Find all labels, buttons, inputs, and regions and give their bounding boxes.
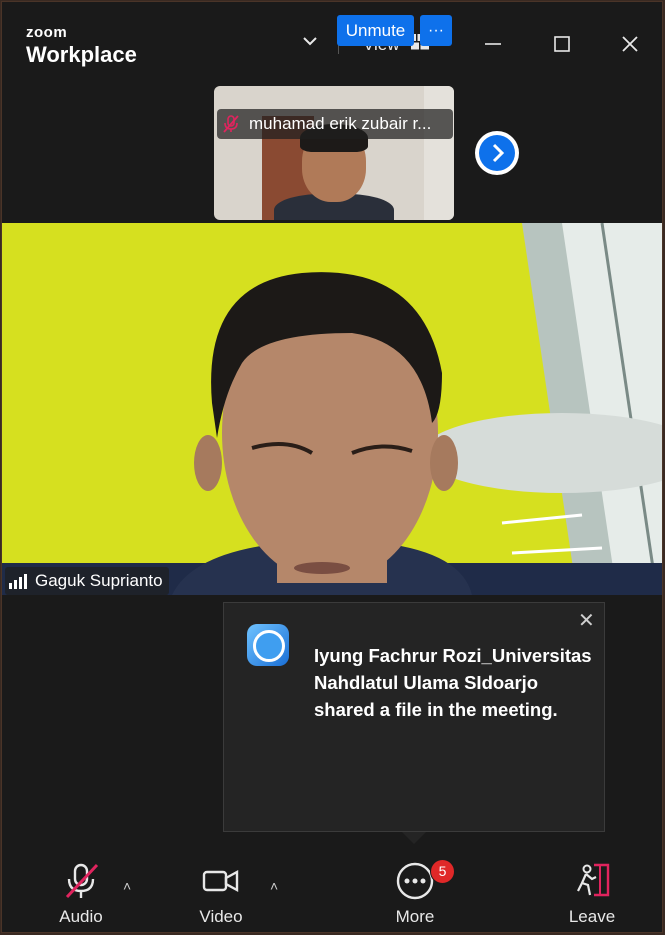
thumbnail-participant-name: muhamad erik zubair r... <box>249 114 432 133</box>
zoom-app-icon <box>247 624 289 666</box>
main-video-frame <box>2 223 662 595</box>
participant-thumbnail[interactable] <box>214 86 454 220</box>
video-options-caret-icon[interactable]: ˄ <box>270 878 278 894</box>
close-icon[interactable] <box>620 34 640 59</box>
thumbnail-background-wall <box>424 86 454 220</box>
audio-button[interactable]: Audio <box>36 847 126 932</box>
minimize-icon[interactable] <box>484 35 502 58</box>
video-button[interactable]: Video <box>176 847 266 932</box>
chevron-down-icon[interactable] <box>301 32 319 55</box>
video-label: Video <box>199 907 243 926</box>
speaker-name-tag: Gaguk Suprianto <box>5 567 169 595</box>
participant-strip <box>2 80 662 222</box>
mic-muted-icon <box>217 115 245 133</box>
chevron-right-icon <box>479 135 515 171</box>
brand-logo-zoom: zoom <box>26 24 68 41</box>
audio-options-caret-icon[interactable]: ˄ <box>123 878 131 894</box>
camera-icon <box>202 869 239 893</box>
next-page-button[interactable] <box>475 131 519 175</box>
notification-close-icon[interactable]: ✕ <box>578 608 595 633</box>
audio-label: Audio <box>59 907 103 926</box>
leave-icon <box>577 863 610 897</box>
maximize-icon[interactable] <box>553 35 571 58</box>
brand-logo-workplace: Workplace <box>26 42 137 67</box>
leave-button[interactable]: Leave <box>547 847 637 932</box>
leave-label: Leave <box>568 907 616 926</box>
mic-muted-icon <box>65 863 99 899</box>
signal-strength-icon <box>9 573 27 589</box>
thumbnail-more-button[interactable]: ··· <box>420 15 452 46</box>
more-label: More <box>395 907 435 926</box>
main-video <box>2 223 662 595</box>
notification-message: Iyung Fachrur Rozi_Universitas Nahdlatul… <box>314 645 592 720</box>
more-notification-badge: 5 <box>430 859 455 884</box>
title-bar: zoom Workplace View <box>2 2 662 80</box>
unmute-button[interactable]: Unmute <box>337 15 414 46</box>
thumbnail-name-tag: muhamad erik zubair r... <box>217 109 453 139</box>
more-icon <box>396 862 434 900</box>
meeting-toolbar: Audio Video More Leave <box>2 847 662 932</box>
zoom-window: zoom Workplace View Unmute ··· <box>1 1 663 933</box>
speaker-name: Gaguk Suprianto <box>35 571 163 590</box>
notification-pointer <box>402 832 426 844</box>
